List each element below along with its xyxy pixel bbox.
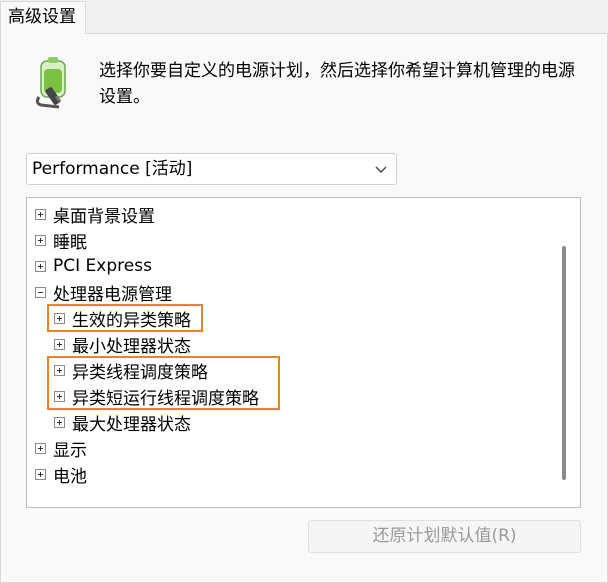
tab-advanced-settings[interactable]: 高级设置 bbox=[0, 1, 86, 34]
expand-icon[interactable] bbox=[35, 208, 46, 220]
tree-item-desktop-background[interactable]: 桌面背景设置 bbox=[35, 201, 155, 227]
tree-item-pci-express[interactable]: PCI Express bbox=[35, 253, 152, 279]
tree-item-label: 显示 bbox=[53, 440, 87, 461]
battery-plug-icon bbox=[35, 57, 66, 109]
tree-item-sleep[interactable]: 睡眠 bbox=[35, 227, 87, 253]
power-plan-select[interactable]: Performance [活动] bbox=[26, 153, 397, 185]
highlight-box bbox=[47, 356, 280, 410]
expand-icon[interactable] bbox=[35, 260, 46, 272]
restore-defaults-button[interactable]: 还原计划默认值(R) bbox=[308, 520, 581, 553]
tree-item-label: 睡眠 bbox=[53, 232, 87, 253]
tree-item-label: 电池 bbox=[53, 466, 87, 487]
tree-item-label: 最大处理器状态 bbox=[72, 414, 191, 435]
highlight-box bbox=[47, 304, 203, 332]
description-text: 选择你要自定义的电源计划，然后选择你希望计算机管理的电源设置。 bbox=[99, 61, 575, 107]
expand-icon[interactable] bbox=[35, 442, 46, 454]
tree-item-processor-power[interactable]: 处理器电源管理 bbox=[35, 279, 172, 305]
tree-item-label: 最小处理器状态 bbox=[72, 336, 191, 357]
expand-icon[interactable] bbox=[35, 234, 46, 246]
collapse-icon[interactable] bbox=[35, 286, 46, 298]
expand-icon[interactable] bbox=[35, 468, 46, 480]
tree-item-battery[interactable]: 电池 bbox=[35, 461, 87, 487]
tree-item-max-processor-state[interactable]: 最大处理器状态 bbox=[54, 409, 191, 435]
expand-icon[interactable] bbox=[54, 416, 65, 428]
expand-icon[interactable] bbox=[54, 338, 65, 350]
tree-item-label: 桌面背景设置 bbox=[53, 206, 155, 227]
tree-scrollbar[interactable] bbox=[562, 246, 566, 480]
power-plan-value: Performance [活动] bbox=[32, 159, 193, 179]
chevron-down-icon bbox=[375, 166, 387, 173]
settings-tree[interactable]: 桌面背景设置 睡眠 PCI Express 处理器电源管理 生效的异类策略 最小… bbox=[26, 197, 581, 508]
tree-item-label: PCI Express bbox=[53, 256, 152, 276]
tab-bar: 高级设置 bbox=[0, 0, 608, 34]
tree-item-display[interactable]: 显示 bbox=[35, 435, 87, 461]
tree-item-min-processor-state[interactable]: 最小处理器状态 bbox=[54, 331, 191, 357]
tree-item-label: 处理器电源管理 bbox=[53, 284, 172, 305]
